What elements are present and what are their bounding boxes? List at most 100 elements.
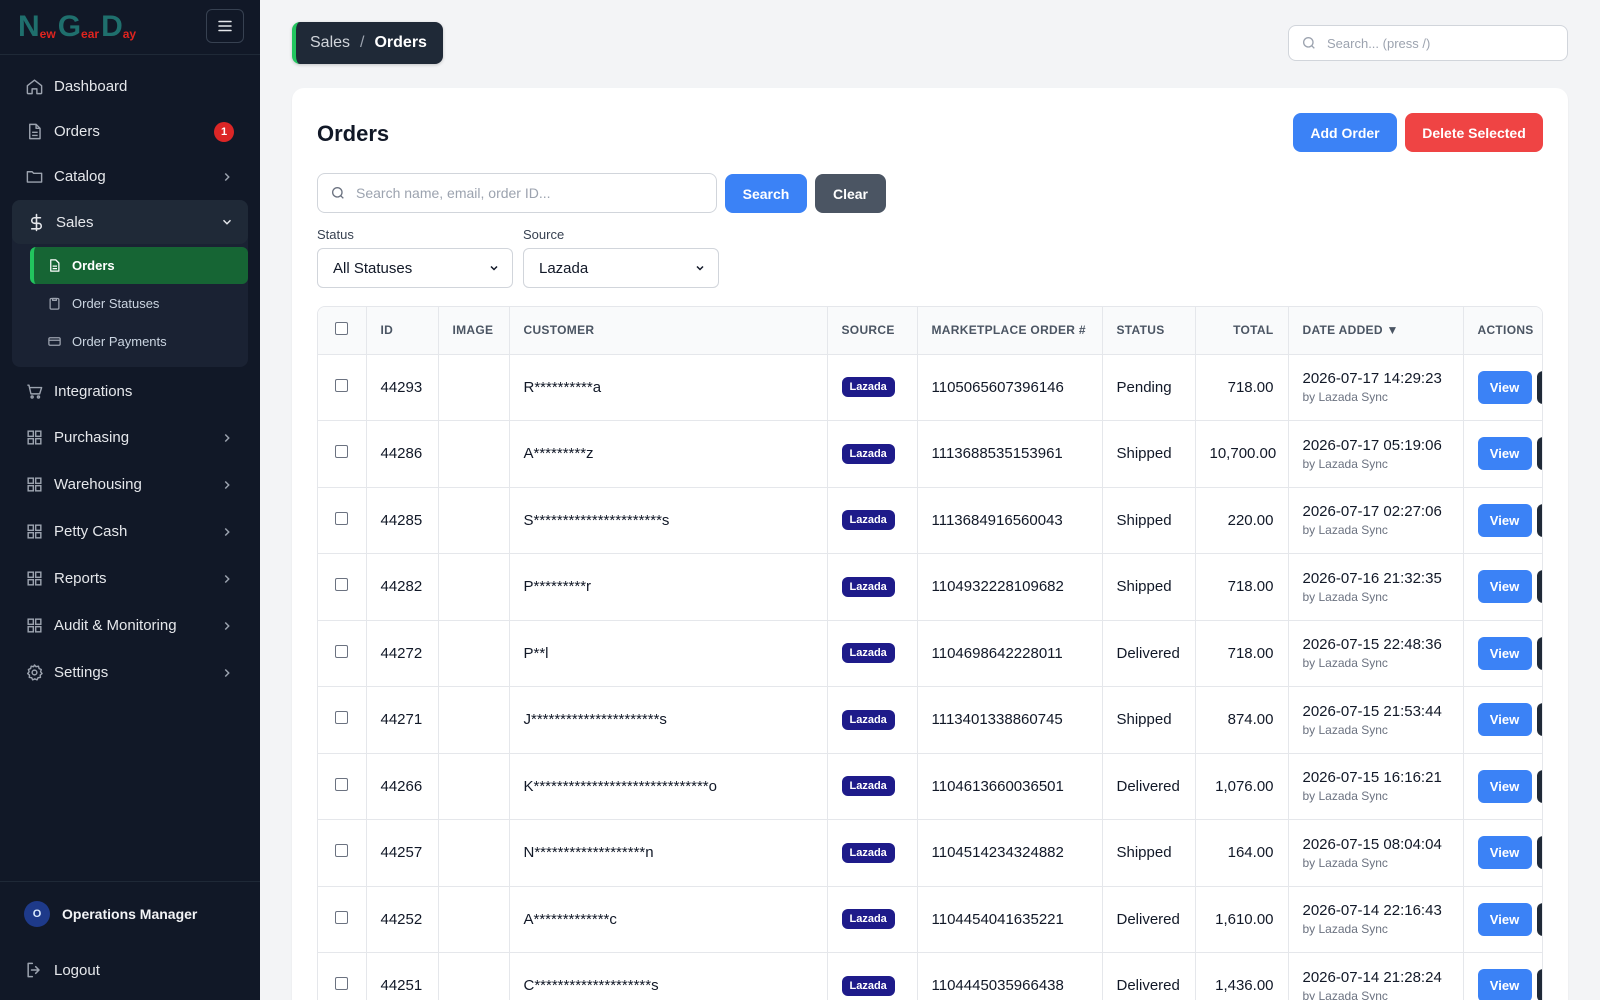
global-search-input[interactable] <box>1327 35 1547 51</box>
view-button[interactable]: View <box>1477 836 1532 870</box>
more-actions-button[interactable] <box>1536 902 1542 936</box>
column-header-actions: ACTIONS <box>1463 307 1542 355</box>
source-select[interactable]: Lazada <box>523 248 719 288</box>
sidebar-item-settings[interactable]: Settings <box>0 649 260 696</box>
row-checkbox[interactable] <box>335 977 349 991</box>
row-checkbox[interactable] <box>335 578 349 592</box>
view-button[interactable]: View <box>1477 636 1532 670</box>
more-actions-button[interactable] <box>1536 636 1542 670</box>
order-search-input[interactable] <box>356 185 696 201</box>
row-checkbox[interactable] <box>335 378 349 392</box>
more-actions-button[interactable] <box>1536 503 1542 537</box>
column-header-status[interactable]: STATUS <box>1102 307 1196 355</box>
view-button[interactable]: View <box>1477 570 1532 604</box>
source-cell: Lazada <box>827 487 918 554</box>
sidebar-item-integrations[interactable]: Integrations <box>0 369 260 414</box>
view-button[interactable]: View <box>1477 437 1532 471</box>
more-actions-button[interactable] <box>1536 370 1542 404</box>
logo[interactable]: New Gear Day <box>18 12 138 42</box>
row-checkbox[interactable] <box>335 445 349 459</box>
view-button[interactable]: View <box>1477 703 1532 737</box>
column-header-date-added[interactable]: DATE ADDED ▼ <box>1288 307 1464 355</box>
sidebar-item-label: Petty Cash <box>54 523 128 540</box>
sidebar-item-orders[interactable]: Orders 1 <box>0 109 260 154</box>
date-added: 2026-07-14 21:28:24 <box>1302 968 1442 986</box>
orders-table-container: ID IMAGE CUSTOMER SOURCE MARKETPLACE ORD… <box>317 306 1543 1000</box>
table-row[interactable]: 44271 J**********************s Lazada 11134… <box>318 686 1542 754</box>
column-header-source[interactable]: SOURCE <box>827 307 918 355</box>
status-select-value: All Statuses <box>333 259 413 277</box>
customer-name: C********************s <box>509 952 828 1000</box>
table-row[interactable]: 44272 P**l Lazada 1104698642228011 Delivered… <box>318 620 1542 687</box>
more-actions-button[interactable] <box>1536 836 1542 870</box>
source-cell: Lazada <box>827 686 918 754</box>
chevron-down-icon <box>696 265 704 271</box>
table-row[interactable]: 44251 C********************s Lazada 1104445… <box>318 952 1542 1000</box>
source-select-value: Lazada <box>539 259 589 277</box>
table-row[interactable]: 44285 S**********************s Lazada 11136… <box>318 487 1542 554</box>
table-row[interactable]: 44286 A*********z Lazada 1113688535153961 Sh… <box>318 420 1542 488</box>
orders-card: Orders Add Order Delete Selected Search … <box>292 88 1568 1000</box>
date-added: 2026-07-15 21:53:44 <box>1302 702 1442 720</box>
sidebar-item-purchasing[interactable]: Purchasing <box>0 414 260 461</box>
added-by: by Lazada Sync <box>1302 988 1388 1000</box>
subnav-item-order-payments[interactable]: Order Payments <box>30 323 248 360</box>
view-button[interactable]: View <box>1477 370 1532 404</box>
view-button[interactable]: View <box>1477 503 1532 537</box>
view-button[interactable]: View <box>1477 902 1532 936</box>
date-added-cell: 2026-07-16 21:32:35 by Lazada Sync <box>1288 553 1464 621</box>
status-select[interactable]: All Statuses <box>317 248 513 288</box>
table-row[interactable]: 44293 R**********a Lazada 1105065607396146 P… <box>318 354 1542 421</box>
sidebar-item-catalog[interactable]: Catalog <box>0 154 260 199</box>
select-all-checkbox[interactable] <box>335 322 349 336</box>
sidebar-item-reports[interactable]: Reports <box>0 555 260 602</box>
row-checkbox[interactable] <box>335 910 349 924</box>
sidebar-toggle-button[interactable] <box>206 9 244 43</box>
row-checkbox[interactable] <box>335 777 349 791</box>
subnav-item-orders[interactable]: Orders <box>30 247 248 284</box>
chevron-right-icon <box>224 480 230 489</box>
user-profile[interactable]: O Operations Manager <box>0 882 260 946</box>
table-row[interactable]: 44252 A*************c Lazada 11044540416352… <box>318 886 1542 953</box>
table-row[interactable]: 44282 P*********r Lazada 1104932228109682 Sh… <box>318 553 1542 621</box>
customer-name: P*********r <box>509 553 828 621</box>
logout-label: Logout <box>54 961 100 979</box>
add-order-button[interactable]: Add Order <box>1293 113 1397 152</box>
more-actions-button[interactable] <box>1536 769 1542 803</box>
view-button[interactable]: View <box>1477 969 1532 1000</box>
delete-selected-button[interactable]: Delete Selected <box>1405 113 1543 152</box>
view-button[interactable]: View <box>1477 769 1532 803</box>
more-actions-button[interactable] <box>1536 437 1542 471</box>
sidebar-item-label: Dashboard <box>54 78 128 95</box>
sidebar-item-dashboard[interactable]: Dashboard <box>0 64 260 109</box>
orders-table-body: 44293 R**********a Lazada 1105065607396146 P… <box>318 354 1542 1000</box>
column-header-customer[interactable]: CUSTOMER <box>509 307 828 355</box>
subnav-item-order-statuses[interactable]: Order Statuses <box>30 285 248 322</box>
order-status: Shipped <box>1102 553 1196 621</box>
order-image <box>438 620 510 687</box>
row-checkbox[interactable] <box>335 511 349 525</box>
chevron-down-icon <box>490 265 498 271</box>
column-header-marketplace-order[interactable]: MARKETPLACE ORDER # <box>917 307 1103 355</box>
clear-button[interactable]: Clear <box>815 174 886 213</box>
search-button[interactable]: Search <box>725 174 807 213</box>
column-header-id[interactable]: ID <box>366 307 439 355</box>
breadcrumb-current: Orders <box>374 34 427 51</box>
breadcrumb-link-sales[interactable]: Sales <box>310 34 350 52</box>
table-row[interactable]: 44266 K******************************o Laz… <box>318 753 1542 820</box>
column-header-total[interactable]: TOTAL <box>1195 307 1289 355</box>
order-id: 44272 <box>366 620 439 687</box>
row-checkbox[interactable] <box>335 711 349 725</box>
logout-button[interactable]: Logout <box>0 946 260 994</box>
sidebar-item-warehousing[interactable]: Warehousing <box>0 461 260 508</box>
more-actions-button[interactable] <box>1536 969 1542 1000</box>
row-checkbox[interactable] <box>335 844 349 858</box>
sidebar-item-sales[interactable]: Sales <box>12 200 248 244</box>
sidebar-item-audit-monitoring[interactable]: Audit & Monitoring <box>0 602 260 649</box>
table-row[interactable]: 44257 N*******************n Lazada 11045142… <box>318 819 1542 887</box>
more-actions-button[interactable] <box>1536 570 1542 604</box>
added-by: by Lazada Sync <box>1302 855 1388 870</box>
sidebar-item-petty-cash[interactable]: Petty Cash <box>0 508 260 555</box>
more-actions-button[interactable] <box>1536 703 1542 737</box>
row-checkbox[interactable] <box>335 644 349 658</box>
